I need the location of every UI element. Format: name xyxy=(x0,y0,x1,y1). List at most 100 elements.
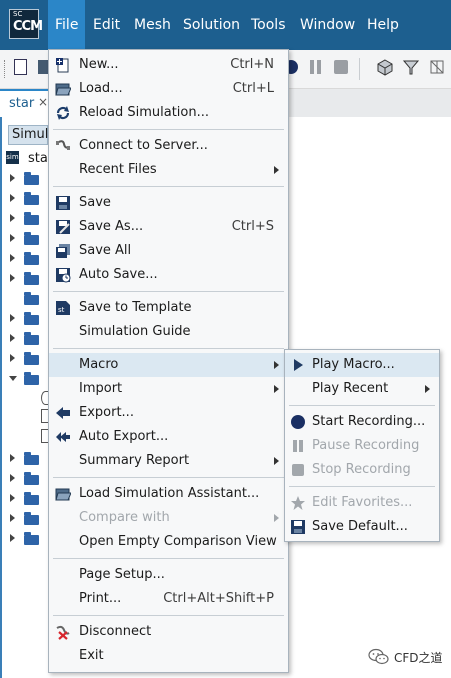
menu-item-exit[interactable]: Exit xyxy=(49,644,288,668)
toolbar-stop-icon[interactable] xyxy=(334,60,348,74)
toolbar-separator xyxy=(359,58,360,80)
menu-item-stop-recording[interactable]: Stop Recording xyxy=(285,458,439,482)
folder-icon xyxy=(24,252,39,265)
menu-item-compare-with[interactable]: Compare with xyxy=(49,506,288,530)
tree-expand-icon[interactable] xyxy=(10,334,15,342)
menu-item-load[interactable]: Load... Ctrl+L xyxy=(49,77,288,101)
menu-item-label: Load... xyxy=(79,81,123,96)
export-arrow-icon xyxy=(56,407,70,419)
toolbar-cube-icon[interactable] xyxy=(376,58,394,76)
menu-item-disconnect[interactable]: Disconnect xyxy=(49,620,288,644)
folder-icon xyxy=(24,332,39,345)
menu-tools[interactable]: Tools xyxy=(244,0,293,50)
menu-item-play-macro[interactable]: Play Macro... xyxy=(285,353,439,377)
menu-item-save-default[interactable]: Save Default... xyxy=(285,515,439,539)
folder-icon xyxy=(24,472,39,485)
tree-expand-icon[interactable] xyxy=(10,534,15,542)
menu-item-label: Print... xyxy=(79,591,122,606)
menu-item-save-as[interactable]: Save As... Ctrl+S xyxy=(49,215,288,239)
menu-item-label: Exit xyxy=(79,648,104,663)
menu-file[interactable]: File xyxy=(48,0,86,50)
menu-item-pause-recording[interactable]: Pause Recording xyxy=(285,434,439,458)
tree-expand-icon[interactable] xyxy=(10,354,15,362)
tree-expand-icon[interactable] xyxy=(10,254,15,262)
tree-expand-icon[interactable] xyxy=(10,454,15,462)
new-file-icon xyxy=(56,58,69,73)
menu-item-simulation-guide[interactable]: Simulation Guide xyxy=(49,320,288,344)
folder-icon xyxy=(24,212,39,225)
tree-collapse-icon[interactable] xyxy=(9,376,17,381)
menu-item-auto-export[interactable]: Auto Export... xyxy=(49,425,288,449)
folder-icon xyxy=(24,532,39,545)
menu-item-new[interactable]: New... Ctrl+N xyxy=(49,53,288,77)
menu-item-edit-favorites[interactable]: Edit Favorites... xyxy=(285,491,439,515)
menu-item-start-recording[interactable]: Start Recording... xyxy=(285,410,439,434)
menu-item-import[interactable]: Import xyxy=(49,377,288,401)
menu-item-auto-save[interactable]: Auto Save... xyxy=(49,263,288,287)
toolbar-pause-icon[interactable] xyxy=(310,60,322,74)
menu-mesh[interactable]: Mesh xyxy=(127,0,178,50)
tree-expand-icon[interactable] xyxy=(10,314,15,322)
menu-item-play-recent[interactable]: Play Recent xyxy=(285,377,439,401)
menu-item-print[interactable]: Print... Ctrl+Alt+Shift+P xyxy=(49,587,288,611)
menu-item-save-to-template[interactable]: st Save to Template xyxy=(49,296,288,320)
simulation-root-label[interactable]: sta xyxy=(28,151,48,166)
toolbar-grid-icon[interactable] xyxy=(428,58,446,76)
tree-expand-icon[interactable] xyxy=(10,274,15,282)
disconnect-icon xyxy=(56,625,70,640)
menu-item-recent-files[interactable]: Recent Files xyxy=(49,158,288,182)
menu-help[interactable]: Help xyxy=(360,0,406,50)
tab-simulation[interactable]: star × xyxy=(0,89,50,117)
menu-item-connect-to-server[interactable]: Connect to Server... xyxy=(49,134,288,158)
tree-expand-icon[interactable] xyxy=(10,214,15,222)
panel-border xyxy=(0,117,2,678)
tree-expand-icon[interactable] xyxy=(10,514,15,522)
toolbar-filter-icon[interactable] xyxy=(402,58,420,76)
submenu-arrow-icon xyxy=(425,385,430,393)
connect-icon xyxy=(56,140,70,150)
tree-expand-icon[interactable] xyxy=(10,174,15,182)
folder-icon xyxy=(24,312,39,325)
menu-item-page-setup[interactable]: Page Setup... xyxy=(49,563,288,587)
shortcut-label: Ctrl+S xyxy=(231,219,274,234)
tab-label: star xyxy=(9,96,35,111)
menu-item-open-empty-comparison-view[interactable]: Open Empty Comparison View xyxy=(49,530,288,554)
menu-separator xyxy=(53,129,284,130)
menu-item-label: Reload Simulation... xyxy=(79,105,210,120)
menu-separator xyxy=(53,186,284,187)
toolbar-new-icon[interactable] xyxy=(14,59,27,75)
stop-icon xyxy=(292,464,304,476)
menu-item-save-all[interactable]: Save All xyxy=(49,239,288,263)
simulation-tab[interactable]: Simul xyxy=(8,125,48,145)
tree-expand-icon[interactable] xyxy=(10,494,15,502)
tab-close-icon[interactable]: × xyxy=(38,95,48,109)
menu-item-label: Edit Favorites... xyxy=(312,495,413,510)
menu-window[interactable]: Window xyxy=(293,0,362,50)
save-icon xyxy=(291,520,305,534)
menu-separator xyxy=(53,615,284,616)
tree-expand-icon[interactable] xyxy=(10,194,15,202)
folder-icon xyxy=(24,292,39,305)
menu-item-label: New... xyxy=(79,57,119,72)
menu-solution[interactable]: Solution xyxy=(176,0,247,50)
menu-item-label: Disconnect xyxy=(79,624,152,639)
menu-item-summary-report[interactable]: Summary Report xyxy=(49,449,288,473)
pause-icon xyxy=(293,440,303,452)
folder-icon xyxy=(24,352,39,365)
auto-save-icon xyxy=(56,268,71,283)
menu-item-macro[interactable]: Macro xyxy=(49,353,288,377)
menu-item-export[interactable]: Export... xyxy=(49,401,288,425)
menu-edit[interactable]: Edit xyxy=(86,0,127,50)
template-icon: st xyxy=(56,301,70,315)
menu-item-label: Stop Recording xyxy=(312,462,411,477)
menu-separator xyxy=(53,291,284,292)
menu-item-save[interactable]: Save xyxy=(49,191,288,215)
menu-separator xyxy=(289,405,435,406)
submenu-arrow-icon xyxy=(274,385,279,393)
wechat-logo-icon xyxy=(368,648,389,665)
tree-expand-icon[interactable] xyxy=(10,234,15,242)
tree-expand-icon[interactable] xyxy=(10,474,15,482)
menu-item-load-simulation-assistant[interactable]: Load Simulation Assistant... xyxy=(49,482,288,506)
folder-icon xyxy=(24,232,39,245)
menu-item-reload-simulation[interactable]: Reload Simulation... xyxy=(49,101,288,125)
